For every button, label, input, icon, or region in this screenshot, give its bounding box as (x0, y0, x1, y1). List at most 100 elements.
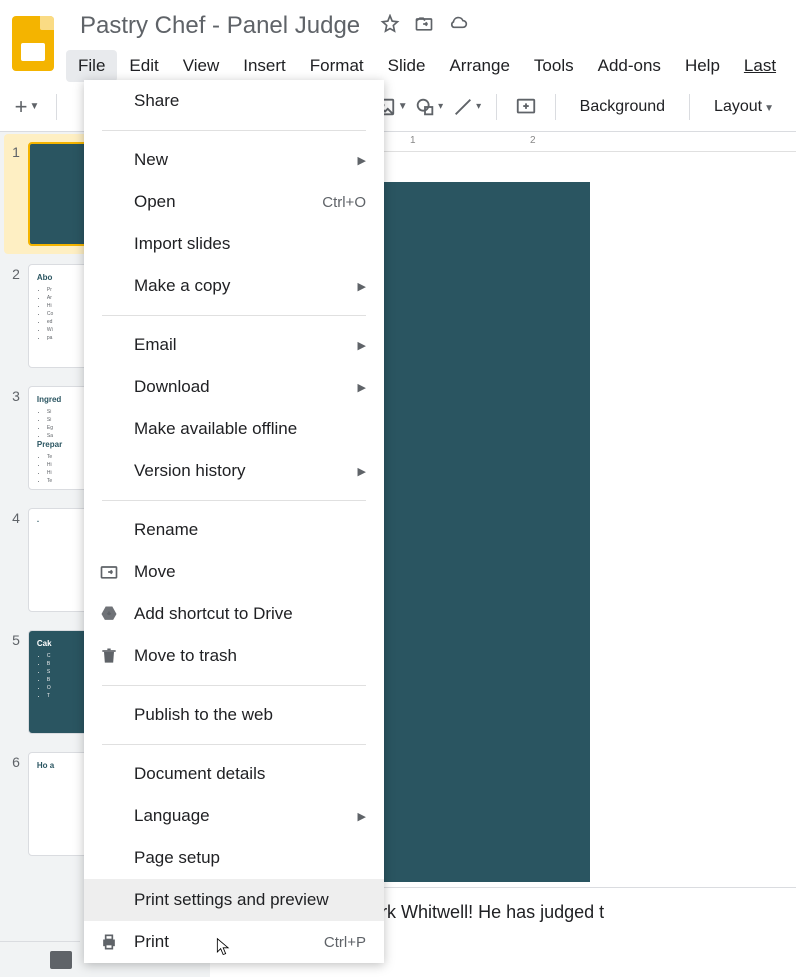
thumbnail-number: 2 (8, 264, 28, 368)
menu-item-label: Print settings and preview (134, 890, 329, 910)
layout-button[interactable]: Layout▼ (702, 98, 786, 116)
menu-item-label: Move to trash (134, 646, 237, 666)
menu-last-edit[interactable]: Last (732, 50, 788, 82)
move-folder-icon[interactable] (414, 14, 434, 39)
submenu-arrow-icon: ▶ (358, 154, 366, 167)
bottom-bar (0, 941, 80, 977)
menu-separator (102, 130, 366, 131)
print-icon (98, 931, 120, 953)
separator (555, 94, 556, 120)
submenu-arrow-icon: ▶ (358, 381, 366, 394)
menu-item-open[interactable]: Open Ctrl+O (84, 181, 384, 223)
menu-item-label: Document details (134, 764, 265, 784)
insert-line-button[interactable]: ▾ (450, 90, 484, 124)
ruler-tick: 2 (530, 135, 536, 146)
grid-view-icon[interactable] (50, 951, 72, 969)
menu-item-email[interactable]: Email ▶ (84, 324, 384, 366)
menu-item-add-shortcut-to-drive[interactable]: Add shortcut to Drive (84, 593, 384, 635)
menu-item-label: Print (134, 932, 169, 952)
menu-item-label: Page setup (134, 848, 220, 868)
submenu-arrow-icon: ▶ (358, 810, 366, 823)
menu-item-label: Publish to the web (134, 705, 273, 725)
menu-item-label: Open (134, 192, 176, 212)
menu-insert[interactable]: Insert (231, 50, 298, 82)
menu-item-version-history[interactable]: Version history ▶ (84, 450, 384, 492)
menu-item-label: Rename (134, 520, 198, 540)
menu-item-label: Email (134, 335, 177, 355)
menu-item-make-available-offline[interactable]: Make available offline (84, 408, 384, 450)
menu-item-label: Download (134, 377, 210, 397)
menu-slide[interactable]: Slide (376, 50, 438, 82)
menu-separator (102, 500, 366, 501)
menu-item-label: New (134, 150, 168, 170)
chevron-down-icon: ▼ (764, 103, 774, 114)
menu-file[interactable]: File (66, 50, 117, 82)
menu-shortcut: Ctrl+P (324, 934, 366, 951)
menu-item-move[interactable]: Move (84, 551, 384, 593)
menu-item-print[interactable]: Print Ctrl+P (84, 921, 384, 963)
chevron-down-icon: ▼ (398, 101, 408, 112)
insert-shape-button[interactable]: ▾ (412, 90, 446, 124)
menu-item-document-details[interactable]: Document details (84, 753, 384, 795)
cloud-saved-icon[interactable] (448, 14, 468, 39)
new-slide-button[interactable]: + ▼ (10, 90, 44, 124)
thumbnail-number: 6 (8, 752, 28, 856)
menu-item-make-a-copy[interactable]: Make a copy ▶ (84, 265, 384, 307)
menu-arrange[interactable]: Arrange (437, 50, 521, 82)
separator (496, 94, 497, 120)
menu-edit[interactable]: Edit (117, 50, 170, 82)
menu-item-import-slides[interactable]: Import slides (84, 223, 384, 265)
submenu-arrow-icon: ▶ (358, 339, 366, 352)
menu-item-label: Version history (134, 461, 246, 481)
menu-item-label: Language (134, 806, 210, 826)
menu-item-rename[interactable]: Rename (84, 509, 384, 551)
menu-addons[interactable]: Add-ons (586, 50, 673, 82)
menu-view[interactable]: View (171, 50, 232, 82)
header: Pastry Chef - Panel Judge File Edit View… (0, 0, 796, 82)
slides-logo[interactable] (12, 16, 54, 71)
separator (56, 94, 57, 120)
menu-shortcut: Ctrl+O (322, 194, 366, 211)
chevron-down-icon: ▼ (29, 101, 39, 112)
move-icon (98, 561, 120, 583)
file-menu-dropdown: Share New ▶ Open Ctrl+O Import slides Make a c… (84, 80, 384, 963)
menu-item-label: Add shortcut to Drive (134, 604, 293, 624)
plus-icon: + (15, 94, 28, 120)
menu-separator (102, 315, 366, 316)
menu-item-label: Share (134, 91, 179, 111)
ruler-tick: 1 (410, 135, 416, 146)
menu-item-label: Make a copy (134, 276, 230, 296)
menu-item-new[interactable]: New ▶ (84, 139, 384, 181)
menu-tools[interactable]: Tools (522, 50, 586, 82)
thumbnail-number: 3 (8, 386, 28, 490)
separator (689, 94, 690, 120)
menu-item-label: Move (134, 562, 176, 582)
menu-item-language[interactable]: Language ▶ (84, 795, 384, 837)
menu-separator (102, 744, 366, 745)
menubar: File Edit View Insert Format Slide Arran… (66, 50, 788, 82)
submenu-arrow-icon: ▶ (358, 465, 366, 478)
star-icon[interactable] (380, 14, 400, 39)
mouse-cursor (214, 935, 234, 959)
menu-item-share[interactable]: Share (84, 80, 384, 122)
thumbnail-number: 4 (8, 508, 28, 612)
background-button[interactable]: Background (568, 98, 677, 116)
menu-separator (102, 685, 366, 686)
thumbnail-number: 1 (8, 142, 28, 246)
menu-item-print-settings-and-preview[interactable]: Print settings and preview (84, 879, 384, 921)
drive-shortcut-icon (98, 603, 120, 625)
insert-comment-button[interactable] (509, 90, 543, 124)
menu-item-move-to-trash[interactable]: Move to trash (84, 635, 384, 677)
menu-item-download[interactable]: Download ▶ (84, 366, 384, 408)
submenu-arrow-icon: ▶ (358, 280, 366, 293)
menu-help[interactable]: Help (673, 50, 732, 82)
menu-item-label: Import slides (134, 234, 230, 254)
layout-label: Layout (714, 98, 762, 115)
trash-icon (98, 645, 120, 667)
document-title[interactable]: Pastry Chef - Panel Judge (74, 10, 366, 42)
menu-item-publish-to-the-web[interactable]: Publish to the web (84, 694, 384, 736)
thumbnail-number: 5 (8, 630, 28, 734)
menu-item-page-setup[interactable]: Page setup (84, 837, 384, 879)
menu-format[interactable]: Format (298, 50, 376, 82)
chevron-down-icon: ▾ (476, 101, 481, 112)
